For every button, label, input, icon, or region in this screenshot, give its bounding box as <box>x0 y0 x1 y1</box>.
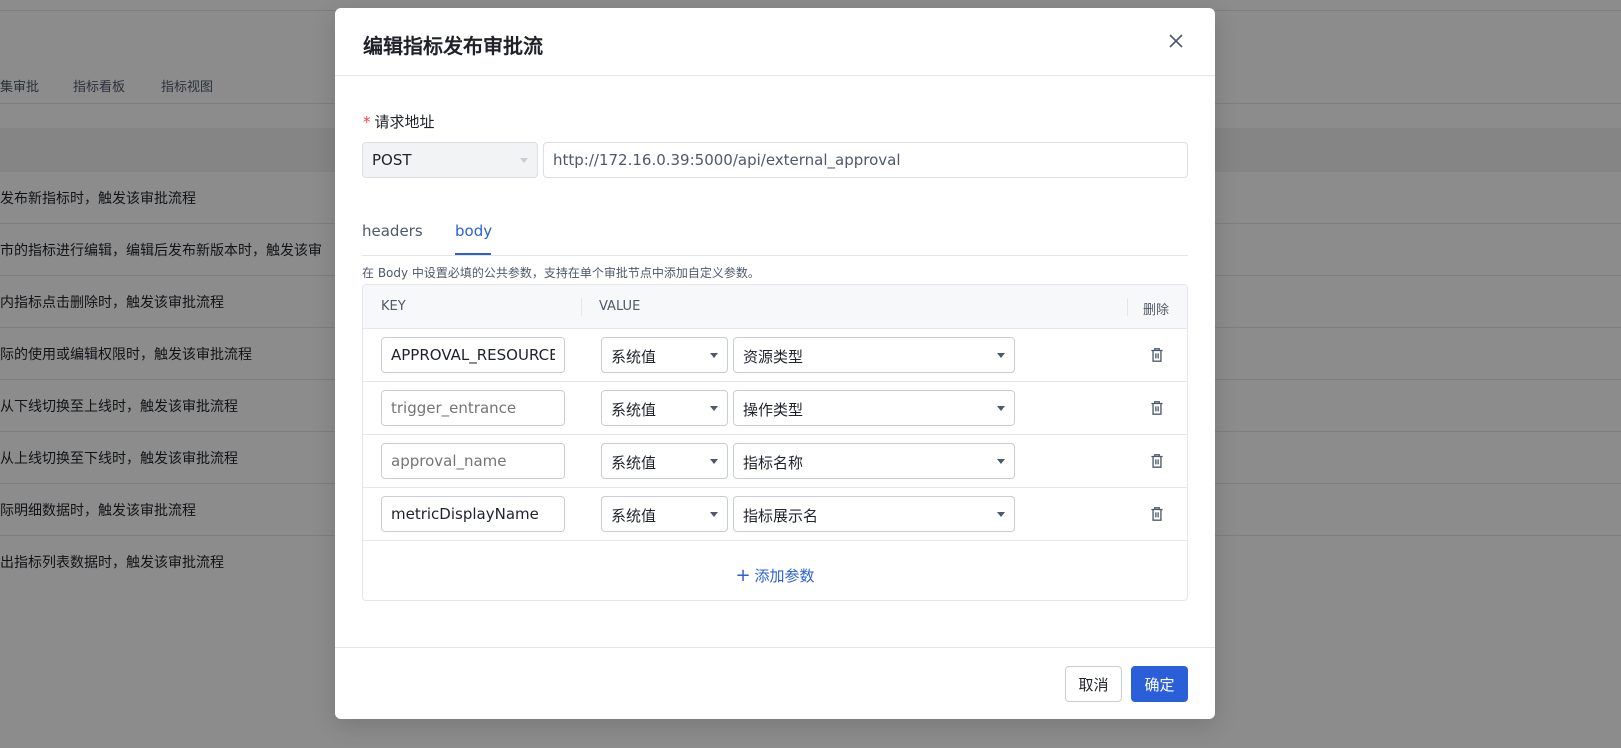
param-source-value: 系统值 <box>611 348 657 366</box>
param-source-value: 系统值 <box>611 401 657 419</box>
param-source-select[interactable]: 系统值 <box>601 337 728 373</box>
cancel-button[interactable]: 取消 <box>1065 666 1122 702</box>
chevron-down-icon <box>997 459 1005 464</box>
param-key-input[interactable] <box>381 443 565 479</box>
add-param-label: 添加参数 <box>754 566 815 585</box>
param-key-input[interactable] <box>381 337 565 373</box>
table-row: 系统值 资源类型 <box>363 329 1187 382</box>
param-source-select[interactable]: 系统值 <box>601 496 728 532</box>
param-key-input[interactable] <box>381 390 565 426</box>
active-tab-indicator <box>455 253 491 255</box>
tab-body[interactable]: body <box>455 222 492 240</box>
chevron-down-icon <box>997 353 1005 358</box>
trash-icon[interactable] <box>1148 399 1166 417</box>
close-icon <box>1169 34 1183 48</box>
table-row: 系统值 操作类型 <box>363 382 1187 435</box>
plus-icon: + <box>735 564 751 586</box>
column-header-delete: 删除 <box>1143 303 1170 318</box>
param-value-text: 指标名称 <box>743 454 804 472</box>
param-value-select[interactable]: 操作类型 <box>733 390 1015 426</box>
request-url-label-text: 请求地址 <box>374 113 435 131</box>
http-method-value: POST <box>372 151 412 169</box>
table-row: 系统值 指标名称 <box>363 435 1187 488</box>
param-key-input[interactable] <box>381 496 565 532</box>
param-source-select[interactable]: 系统值 <box>601 443 728 479</box>
table-header: KEY VALUE 删除 <box>363 285 1187 329</box>
table-row: 系统值 指标展示名 <box>363 488 1187 541</box>
chevron-down-icon <box>710 459 718 464</box>
modal-header: 编辑指标发布审批流 <box>335 8 1215 76</box>
trash-icon[interactable] <box>1148 505 1166 523</box>
param-value-select[interactable]: 指标名称 <box>733 443 1015 479</box>
http-method-select[interactable]: POST <box>362 142 538 178</box>
column-divider <box>581 298 582 316</box>
chevron-down-icon <box>710 406 718 411</box>
tab-headers[interactable]: headers <box>362 222 423 240</box>
param-source-value: 系统值 <box>611 507 657 525</box>
modal-title: 编辑指标发布审批流 <box>363 34 543 58</box>
modal-footer: 取消 确定 <box>335 647 1215 719</box>
body-hint-text: 在 Body 中设置必填的公共参数，支持在单个审批节点中添加自定义参数。 <box>362 266 760 280</box>
request-url-input[interactable] <box>543 142 1188 178</box>
trash-icon[interactable] <box>1148 452 1166 470</box>
param-value-select[interactable]: 资源类型 <box>733 337 1015 373</box>
param-value-text: 指标展示名 <box>743 507 819 525</box>
chevron-down-icon <box>520 158 528 163</box>
body-params-table: KEY VALUE 删除 系统值 资源类型 系统值 操作类型 系统值 指标名称 <box>362 284 1188 601</box>
chevron-down-icon <box>997 406 1005 411</box>
confirm-button[interactable]: 确定 <box>1131 666 1188 702</box>
param-source-select[interactable]: 系统值 <box>601 390 728 426</box>
chevron-down-icon <box>710 512 718 517</box>
param-value-text: 资源类型 <box>743 348 804 366</box>
close-button[interactable] <box>1165 30 1187 52</box>
trash-icon[interactable] <box>1148 346 1166 364</box>
chevron-down-icon <box>710 353 718 358</box>
column-header-key: KEY <box>381 299 406 314</box>
edit-approval-flow-modal: 编辑指标发布审批流 *请求地址 POST headers body 在 Body… <box>335 8 1215 719</box>
param-value-text: 操作类型 <box>743 401 804 419</box>
required-mark: * <box>363 113 371 131</box>
request-tabs: headers body <box>362 214 1188 256</box>
request-url-label: * 请求地址 <box>363 111 435 132</box>
column-header-value: VALUE <box>599 299 641 314</box>
chevron-down-icon <box>997 512 1005 517</box>
param-source-value: 系统值 <box>611 454 657 472</box>
param-value-select[interactable]: 指标展示名 <box>733 496 1015 532</box>
column-divider <box>1127 298 1128 316</box>
add-param-button[interactable]: + 添加参数 <box>363 549 1187 600</box>
